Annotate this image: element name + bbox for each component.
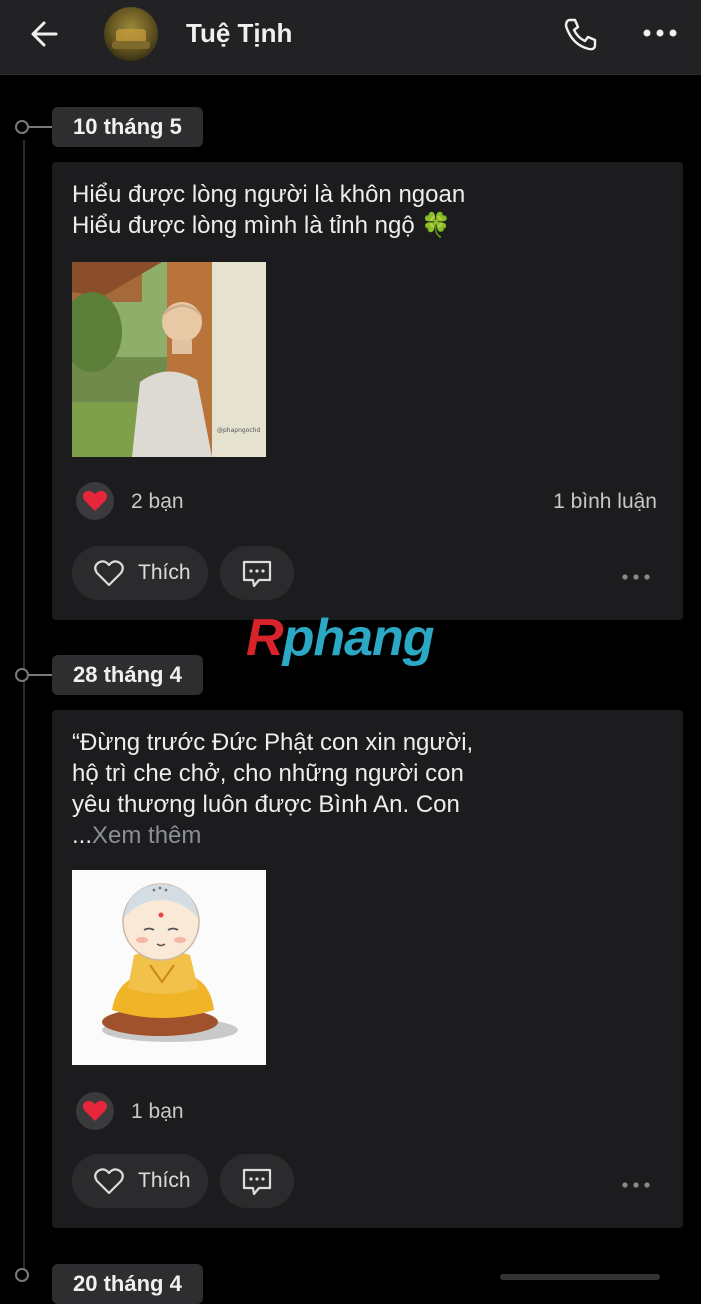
phone-icon[interactable] (560, 14, 600, 54)
avatar[interactable] (104, 7, 158, 61)
like-label: Thích (138, 1169, 191, 1192)
see-more-link[interactable]: Xem thêm (92, 822, 201, 849)
timeline-dot (15, 668, 29, 682)
post-card[interactable]: Hiểu được lòng người là khôn ngoan Hiểu … (52, 162, 683, 620)
app-header: Tuệ Tịnh (0, 0, 701, 75)
comment-count[interactable]: 1 bình luận (553, 490, 657, 514)
heart-icon[interactable] (76, 1092, 114, 1130)
timeline-dot (15, 120, 29, 134)
heart-icon[interactable] (76, 482, 114, 520)
comment-button[interactable] (220, 1154, 294, 1208)
post-more-icon[interactable] (621, 1177, 651, 1188)
date-label: 28 tháng 4 (52, 655, 203, 695)
partial-element (500, 1274, 660, 1280)
timeline-connector (29, 674, 53, 676)
comment-button[interactable] (220, 546, 294, 600)
timeline-line (23, 140, 25, 1280)
reaction-count[interactable]: 2 bạn (131, 490, 184, 514)
date-label: 10 tháng 5 (52, 107, 203, 147)
date-label: 20 tháng 4 (52, 1264, 203, 1304)
image-watermark: @phapngochd (217, 427, 260, 434)
brand-watermark: Rphang (246, 609, 435, 667)
more-icon[interactable] (640, 18, 680, 48)
post-image[interactable]: @phapngochd (72, 262, 266, 457)
like-button[interactable]: Thích (72, 546, 208, 600)
contact-name[interactable]: Tuệ Tịnh (186, 18, 292, 49)
post-image[interactable] (72, 870, 266, 1065)
heart-outline-icon (94, 1168, 124, 1195)
post-more-icon[interactable] (621, 569, 651, 580)
timeline-connector (29, 126, 53, 128)
comment-icon (242, 1168, 272, 1196)
post-text: Hiểu được lòng người là khôn ngoan Hiểu … (72, 181, 466, 239)
reaction-count[interactable]: 1 bạn (131, 1100, 184, 1124)
heart-outline-icon (94, 560, 124, 587)
post-text: “Đừng trước Đức Phật con xin người, hộ t… (72, 729, 474, 849)
back-arrow-icon[interactable] (26, 14, 70, 58)
post-card[interactable]: “Đừng trước Đức Phật con xin người, hộ t… (52, 710, 683, 1228)
comment-icon (242, 560, 272, 588)
like-label: Thích (138, 561, 191, 584)
like-button[interactable]: Thích (72, 1154, 208, 1208)
